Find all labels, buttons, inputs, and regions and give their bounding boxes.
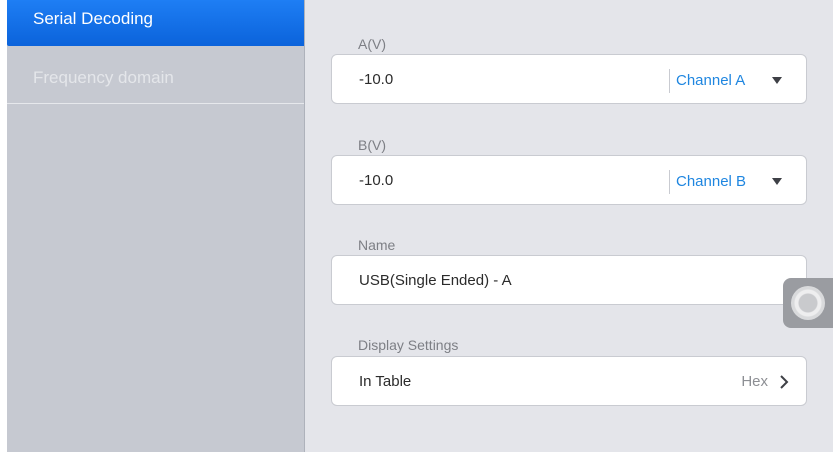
name-label: Name	[358, 237, 396, 253]
sidebar-item-label: Frequency domain	[33, 68, 174, 87]
channel-a-label: Channel A	[676, 72, 746, 89]
a-voltage-field: -10.0 Channel A	[331, 54, 807, 104]
display-mode-value: In Table	[359, 373, 412, 390]
field-divider	[669, 170, 670, 194]
a-voltage-input[interactable]: -10.0	[359, 55, 393, 105]
display-settings-row[interactable]: In Table Hex	[331, 356, 807, 406]
name-input[interactable]: USB(Single Ended) - A	[359, 256, 512, 306]
assistive-touch-icon	[791, 286, 825, 320]
channel-b-label: Channel B	[676, 173, 747, 190]
chevron-right-icon	[780, 375, 789, 389]
field-divider	[669, 69, 670, 93]
sidebar-item-frequency-domain[interactable]: Frequency domain	[7, 56, 304, 104]
name-field[interactable]: USB(Single Ended) - A	[331, 255, 807, 305]
display-settings-label: Display Settings	[358, 337, 459, 353]
settings-panel: A(V) -10.0 Channel A B(V) -10.0 Channel …	[305, 0, 833, 452]
caret-down-icon	[772, 77, 782, 84]
sidebar-item-serial-decoding[interactable]: Serial Decoding	[7, 0, 304, 46]
display-format-value: Hex	[741, 373, 768, 390]
caret-down-icon	[772, 178, 782, 185]
b-voltage-label: B(V)	[358, 137, 386, 153]
channel-b-dropdown[interactable]: Channel B	[676, 156, 796, 206]
a-voltage-label: A(V)	[358, 36, 386, 52]
app-frame: Serial Decoding Frequency domain A(V) -1…	[0, 0, 833, 459]
assistive-touch-button[interactable]	[783, 278, 833, 328]
sidebar: Serial Decoding Frequency domain	[7, 0, 305, 452]
channel-a-dropdown[interactable]: Channel A	[676, 55, 796, 105]
b-voltage-input[interactable]: -10.0	[359, 156, 393, 206]
sidebar-item-label: Serial Decoding	[33, 9, 154, 28]
b-voltage-field: -10.0 Channel B	[331, 155, 807, 205]
